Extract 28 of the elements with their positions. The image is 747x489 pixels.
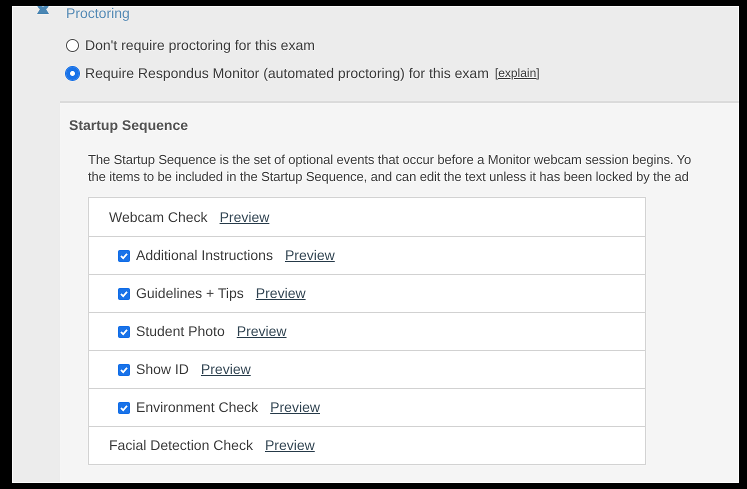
preview-link[interactable]: Preview: [284, 245, 335, 266]
panel-heading: Startup Sequence: [69, 116, 190, 135]
checkbox[interactable]: [118, 288, 130, 300]
preview-link[interactable]: Preview: [236, 321, 287, 342]
item-label: Environment Check: [136, 398, 258, 417]
item-label: Show ID: [136, 360, 189, 379]
checkbox[interactable]: [118, 326, 130, 338]
preview-link[interactable]: Preview: [264, 435, 315, 456]
item-label: Guidelines + Tips: [136, 284, 244, 303]
preview-link[interactable]: Preview: [256, 283, 306, 304]
option-label: Require Respondus Monitor (automated proctoring) for this exam: [85, 64, 489, 83]
preview-link[interactable]: Preview: [220, 206, 270, 228]
checkbox[interactable]: [118, 250, 130, 262]
option-label: Don't require proctoring for this exam: [85, 36, 315, 55]
item-label: Webcam Check: [109, 208, 208, 226]
section-title: Proctoring: [66, 6, 130, 23]
checkbox[interactable]: [118, 364, 130, 376]
item-label: Additional Instructions: [136, 246, 273, 265]
preview-link[interactable]: Preview: [200, 359, 251, 380]
radio-button[interactable]: [66, 38, 79, 52]
item-label: Facial Detection Check: [109, 436, 253, 455]
explain-link[interactable]: [explain]: [494, 64, 540, 82]
description-text: The Startup Sequence is the set of optional events that occur before a Monitor webcam session begins. Yo: [88, 151, 692, 168]
description-text: the items to be included in the Startup Sequence, and can edit the text unless it has been locked by the ad: [88, 168, 689, 185]
checkbox[interactable]: [118, 402, 130, 414]
radio-button[interactable]: [66, 66, 79, 80]
item-label: Student Photo: [136, 322, 225, 341]
preview-link[interactable]: Preview: [270, 397, 320, 418]
